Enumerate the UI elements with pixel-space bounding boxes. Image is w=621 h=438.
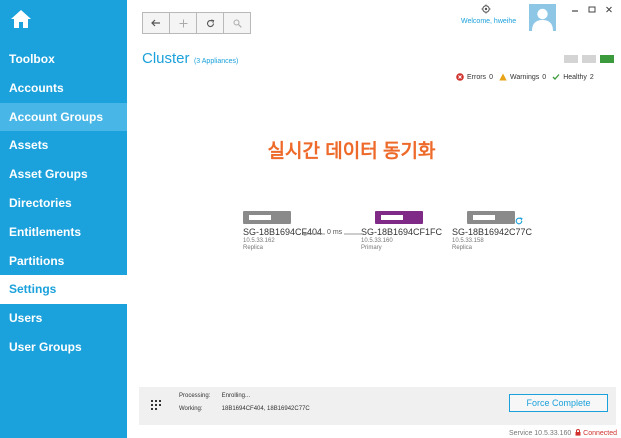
welcome-text[interactable]: Welcome, hweihe [461, 18, 516, 25]
appliance-role: Replica [243, 245, 264, 251]
search-button[interactable] [223, 12, 251, 34]
plus-icon [179, 19, 187, 27]
status-bar: Service 10.5.33.160 Connected [509, 429, 617, 437]
appliance-box[interactable] [375, 211, 423, 224]
appliance-node[interactable]: SG-18B1694CF1FC 10.5.33.160 Primary [361, 211, 456, 251]
sidebar-item-account-groups[interactable]: Account Groups [0, 102, 127, 132]
search-icon [233, 19, 242, 28]
sidebar: Toolbox Accounts Account Groups Assets A… [0, 0, 127, 438]
maximize-icon[interactable] [585, 4, 599, 16]
sidebar-item-toolbox[interactable]: Toolbox [0, 45, 127, 74]
errors-label: Errors [467, 73, 487, 81]
view-toggle-2[interactable] [582, 55, 596, 63]
sidebar-nav: Toolbox Accounts Account Groups Assets A… [0, 45, 127, 362]
view-toggle-3[interactable] [600, 55, 614, 63]
processing-icon [151, 400, 161, 410]
appliance-box[interactable] [467, 211, 515, 224]
back-button[interactable] [142, 12, 170, 34]
refresh-button[interactable] [196, 12, 224, 34]
connection-status: Connected [583, 430, 618, 437]
gear-icon[interactable] [481, 4, 491, 14]
warnings-count: 0 [542, 73, 547, 81]
working-row: Working: 18B1694CF404, 18B16942C77C [179, 406, 310, 412]
appliance-box[interactable] [243, 211, 291, 224]
service-status: Service 10.5.33.160 [509, 430, 572, 437]
appliance-ip: 10.5.33.158 [452, 238, 484, 244]
sidebar-item-accounts[interactable]: Accounts [0, 74, 127, 103]
warning-icon [499, 73, 507, 81]
appliance-name: SG-18B16942C77C [452, 227, 533, 237]
home-icon[interactable] [10, 8, 32, 30]
page-title-text: Cluster [142, 50, 190, 67]
sidebar-item-directories[interactable]: Directories [0, 189, 127, 218]
sidebar-item-asset-groups[interactable]: Asset Groups [0, 160, 127, 189]
avatar[interactable] [529, 4, 556, 31]
sidebar-item-users[interactable]: Users [0, 304, 127, 333]
warnings-label: Warnings [509, 73, 540, 81]
appliance-ip: 10.5.33.162 [243, 238, 275, 244]
health-summary: Errors 0 Warnings 0 Healthy 2 [456, 73, 594, 81]
view-toggle-group [564, 55, 614, 63]
sidebar-item-entitlements[interactable]: Entitlements [0, 218, 127, 247]
appliance-node[interactable]: SG-18B16942C77C 10.5.33.158 Replica [452, 211, 547, 251]
processing-panel: Processing: Enrolling... Working: 18B169… [139, 387, 616, 425]
sidebar-item-settings[interactable]: Settings [0, 275, 127, 305]
errors-count: 0 [489, 73, 493, 81]
lock-icon [575, 429, 581, 436]
user-avatar-icon [529, 4, 556, 31]
refresh-icon [206, 19, 214, 27]
working-label: Working: [179, 406, 203, 412]
force-complete-button[interactable]: Force Complete [509, 394, 608, 412]
working-value: 18B1694CF404, 18B16942C77C [221, 406, 310, 412]
appliance-role: Replica [452, 245, 473, 251]
appliance-name: SG-18B1694CF1FC [361, 227, 443, 237]
toolbar [142, 12, 251, 34]
processing-label: Processing: [179, 393, 211, 399]
sidebar-item-user-groups[interactable]: User Groups [0, 333, 127, 362]
app-window: Toolbox Accounts Account Groups Assets A… [0, 0, 621, 438]
healthy-count: 2 [589, 73, 594, 81]
arrow-left-icon [151, 19, 160, 27]
overlay-title: 실시간 데이터 동기화 [267, 141, 436, 162]
appliance-role: Primary [361, 245, 382, 251]
processing-value: Enrolling... [221, 393, 251, 399]
error-icon [456, 73, 464, 81]
appliance-count: (3 Appliances) [193, 58, 239, 65]
latency-label: 0 ms [325, 229, 345, 236]
add-button[interactable] [169, 12, 197, 34]
sync-icon[interactable] [515, 217, 523, 225]
check-icon [552, 74, 560, 80]
sidebar-item-partitions[interactable]: Partitions [0, 247, 127, 276]
healthy-label: Healthy [563, 73, 587, 81]
close-icon[interactable] [602, 4, 616, 16]
minimize-icon[interactable] [568, 4, 582, 16]
processing-row: Processing: Enrolling... [179, 393, 250, 399]
appliance-ip: 10.5.33.160 [361, 238, 393, 244]
view-toggle-1[interactable] [564, 55, 578, 63]
page-title: Cluster (3 Appliances) [142, 50, 238, 68]
